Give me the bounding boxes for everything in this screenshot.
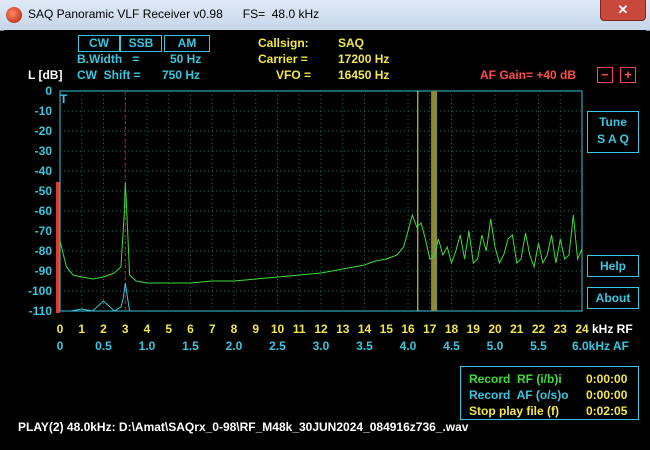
- y-tick-label: -20: [34, 124, 52, 138]
- y-tick-label: -100: [27, 284, 52, 298]
- record-rf-button[interactable]: Record RF (i/b)i: [469, 372, 562, 386]
- x-rf-tick-label: 11: [292, 322, 306, 336]
- x-rf-tick-label: 4: [143, 322, 151, 336]
- x-rf-tick-label: 12: [314, 322, 328, 336]
- af-gain-label: AF Gain= +40 dB: [480, 68, 577, 82]
- app-icon: [6, 7, 22, 23]
- x-rf-tick-label: 17: [423, 322, 437, 336]
- bandwidth-value[interactable]: 50 Hz: [170, 52, 201, 66]
- x-rf-tick-label: 23: [553, 322, 567, 336]
- recording-panel: Record RF (i/b)i 0:00:00 Record AF (o/s)…: [460, 366, 639, 420]
- y-tick-label: -70: [34, 224, 52, 238]
- tune-label: Tune: [599, 115, 627, 129]
- stop-play-time: 0:02:05: [586, 404, 628, 418]
- cw-shift-label: CW Shift =: [77, 68, 141, 82]
- record-af-time: 0:00:00: [586, 388, 628, 402]
- record-af-button[interactable]: Record AF (o/s)o: [469, 388, 569, 402]
- x-rf-tick-label: 24: [575, 322, 589, 336]
- bandwidth-label: B.Width =: [77, 52, 140, 66]
- vfo-value[interactable]: 16450 Hz: [338, 68, 389, 82]
- x-rf-tick-label: 21: [510, 322, 524, 336]
- cursor-marker: T: [60, 92, 68, 106]
- x-af-tick-label: 1.0: [138, 339, 156, 353]
- y-tick-label: -40: [34, 164, 52, 178]
- y-tick-label: -80: [34, 244, 52, 258]
- x-rf-tick-label: 1: [78, 322, 86, 336]
- x-af-tick-label: 3.5: [356, 339, 373, 353]
- level-axis-label: L [dB]: [28, 68, 63, 82]
- x-af-tick-label: 5.5: [530, 339, 547, 353]
- x-rf-tick-label: 15: [379, 322, 393, 336]
- x-rf-tick-label: 9: [252, 322, 260, 336]
- x-rf-tick-label: 19: [466, 322, 480, 336]
- cw-shift-value[interactable]: 750 Hz: [162, 68, 200, 82]
- x-rf-tick-label: 0: [56, 322, 64, 336]
- tune-saq-button[interactable]: Tune S A Q: [587, 111, 639, 153]
- close-button[interactable]: ✕: [600, 0, 646, 21]
- callsign-value: SAQ: [338, 36, 365, 50]
- x-af-tick-label: 3.0: [312, 339, 330, 353]
- record-rf-time: 0:00:00: [586, 372, 628, 386]
- x-af-tick-label: 1.5: [182, 339, 199, 353]
- x-af-tick-label: 0: [56, 339, 64, 353]
- y-tick-label: -30: [34, 144, 52, 158]
- vfo-label: VFO =: [276, 68, 312, 82]
- x-rf-tick-label: 16: [401, 322, 415, 336]
- x-rf-tick-label: 22: [531, 322, 546, 336]
- x-af-tick-label: 0.5: [95, 339, 112, 353]
- level-meter-bar: [56, 182, 60, 313]
- y-tick-label: -110: [28, 304, 52, 318]
- x-rf-tick-label: 20: [488, 322, 502, 336]
- x-af-tick-label: 5.0: [486, 339, 504, 353]
- saq-label: S A Q: [597, 132, 629, 146]
- x-rf-tick-label: 6: [187, 322, 194, 336]
- mode-cw-button[interactable]: CW: [78, 35, 120, 52]
- window-title: SAQ Panoramic VLF Receiver v0.98 FS= 48.…: [28, 7, 320, 21]
- x-rf-tick-label: 13: [336, 322, 350, 336]
- x-af-tick-label: 2.0: [225, 339, 243, 353]
- af-unit-label: 6.0kHz AF: [572, 339, 629, 353]
- y-tick-label: -50: [34, 184, 52, 198]
- x-rf-tick-label: 5: [165, 322, 173, 336]
- x-rf-tick-label: 2: [100, 322, 107, 336]
- af-gain-increase-button[interactable]: +: [620, 67, 636, 83]
- status-line: PLAY(2) 48.0kHz: D:\Amat\SAQrx_0-98\RF_M…: [18, 420, 469, 434]
- x-af-tick-label: 4.5: [443, 339, 460, 353]
- carrier-value[interactable]: 17200 Hz: [338, 52, 389, 66]
- mode-ssb-button[interactable]: SSB: [120, 35, 162, 52]
- x-rf-tick-label: 8: [230, 322, 238, 336]
- af-gain-decrease-button[interactable]: −: [597, 67, 613, 83]
- x-rf-tick-label: 14: [357, 322, 372, 336]
- x-af-tick-label: 4.0: [399, 339, 417, 353]
- y-tick-label: -60: [34, 204, 52, 218]
- rf-unit-label: kHz RF: [592, 322, 633, 336]
- y-tick-label: -90: [34, 264, 52, 278]
- callsign-label: Callsign:: [258, 36, 309, 50]
- carrier-label: Carrier =: [258, 52, 308, 66]
- mode-am-button[interactable]: AM: [164, 35, 210, 52]
- about-button[interactable]: About: [587, 287, 639, 309]
- x-rf-tick-label: 3: [121, 322, 129, 336]
- x-rf-tick-label: 18: [444, 322, 459, 336]
- x-rf-tick-label: 7: [208, 322, 216, 336]
- y-tick-label: -10: [34, 104, 52, 118]
- help-button[interactable]: Help: [587, 255, 639, 277]
- x-rf-tick-label: 10: [270, 322, 285, 336]
- x-af-tick-label: 2.5: [269, 339, 286, 353]
- y-tick-label: 0: [45, 84, 52, 98]
- title-bar: SAQ Panoramic VLF Receiver v0.98 FS= 48.…: [0, 0, 650, 31]
- stop-play-button[interactable]: Stop play file (f): [469, 404, 559, 418]
